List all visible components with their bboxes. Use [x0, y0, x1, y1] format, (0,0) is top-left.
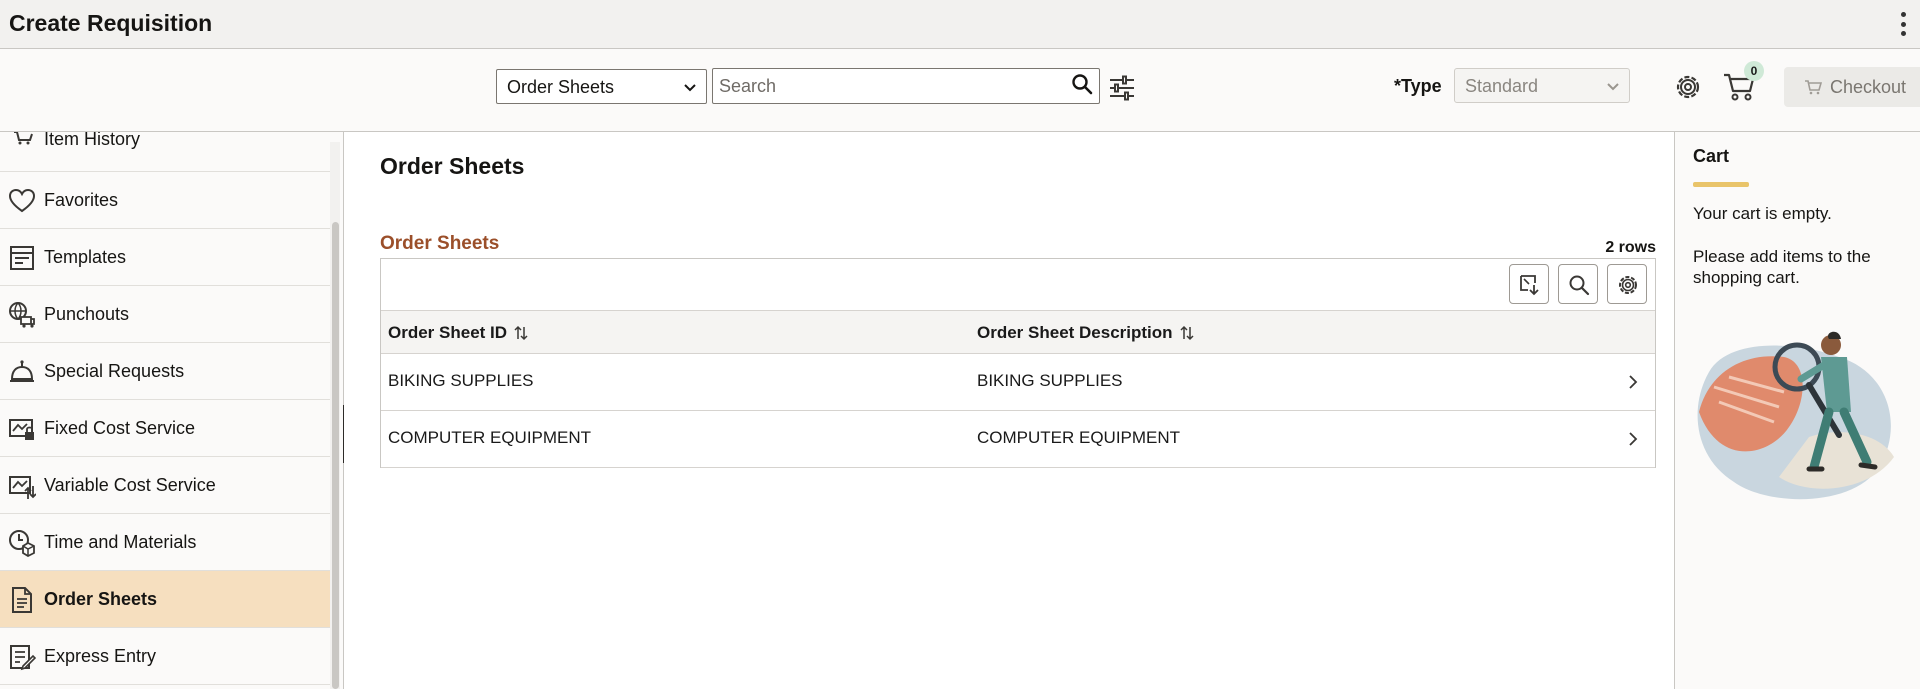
variable-cost-icon	[9, 476, 36, 499]
cart-empty-message: Your cart is empty.	[1693, 204, 1832, 223]
grid-toolbar	[381, 259, 1655, 311]
sidebar-item-fixed-cost-service[interactable]: Fixed Cost Service	[0, 400, 330, 457]
cart-history-icon	[14, 132, 33, 145]
checkout-button[interactable]: Checkout	[1784, 67, 1920, 107]
search-source-select[interactable]: Order Sheets	[496, 69, 707, 104]
grid-search-button[interactable]	[1558, 264, 1598, 304]
download-button[interactable]	[1509, 264, 1549, 304]
table-row[interactable]: BIKING SUPPLIES BIKING SUPPLIES	[381, 354, 1655, 411]
template-icon	[10, 246, 34, 270]
sidebar-item-templates[interactable]: Templates	[0, 229, 330, 286]
sidebar-item-label: Variable Cost Service	[44, 474, 216, 495]
search-toolbar: Order Sheets *Type Standard 0 Checkout	[0, 49, 1920, 132]
sidebar-scrollbar-thumb[interactable]	[332, 222, 339, 689]
chevron-right-icon	[1629, 432, 1638, 446]
sidebar-item-label: Order Sheets	[44, 588, 158, 609]
search-options-icon[interactable]	[1108, 75, 1136, 101]
cart-icon	[1805, 80, 1822, 95]
express-entry-icon	[10, 645, 36, 671]
empty-cart-illustration	[1697, 331, 1894, 500]
type-select[interactable]: Standard	[1454, 68, 1630, 103]
gear-icon[interactable]	[1674, 73, 1702, 101]
cart-title: Cart	[1693, 146, 1730, 166]
grid-header: Order Sheet ID Order Sheet Description	[381, 311, 1655, 354]
sidebar-item-order-sheets[interactable]: Order Sheets	[0, 571, 330, 628]
more-actions-icon[interactable]	[1898, 12, 1908, 36]
sidebar-item-label: Special Requests	[44, 360, 185, 381]
sidebar-nav: Item History Favorites Templates Punchou…	[0, 132, 330, 685]
bell-icon	[10, 360, 34, 382]
order-sheets-grid: Order Sheet ID Order Sheet Description B…	[380, 258, 1656, 468]
sidebar: Item History Favorites Templates Punchou…	[0, 132, 344, 689]
globe-truck-icon	[9, 302, 35, 328]
page-header-title: Create Requisition	[9, 10, 213, 36]
checkout-label: Checkout	[1830, 76, 1907, 97]
type-value: Standard	[1465, 76, 1539, 96]
sidebar-item-special-requests[interactable]: Special Requests	[0, 343, 330, 400]
grid-settings-button[interactable]	[1607, 264, 1647, 304]
column-header-order-sheet-description[interactable]: Order Sheet Description	[977, 323, 1195, 343]
search-input[interactable]	[713, 69, 1063, 103]
sidebar-item-label: Favorites	[44, 189, 119, 210]
sidebar-item-label: Express Entry	[44, 645, 157, 666]
page-title: Order Sheets	[380, 153, 525, 179]
table-row[interactable]: COMPUTER EQUIPMENT COMPUTER EQUIPMENT	[381, 411, 1655, 468]
cart-title-underline	[1693, 182, 1749, 187]
download-icon	[1520, 275, 1539, 296]
heart-icon	[8, 188, 36, 213]
sidebar-item-item-history[interactable]: Item History	[0, 132, 330, 172]
column-header-order-sheet-id[interactable]: Order Sheet ID	[388, 323, 529, 343]
type-label: *Type	[1394, 76, 1442, 96]
order-sheet-description: COMPUTER EQUIPMENT	[977, 428, 1181, 447]
search-source-value: Order Sheets	[507, 77, 615, 97]
sidebar-item-time-and-materials[interactable]: Time and Materials	[0, 514, 330, 571]
order-sheet-description: BIKING SUPPLIES	[977, 371, 1123, 390]
chevron-down-icon	[1607, 83, 1619, 91]
row-count: 2 rows	[1605, 239, 1656, 256]
sidebar-item-label: Item History	[44, 132, 141, 149]
cart-panel: Cart Your cart is empty. Please add item…	[1674, 132, 1920, 689]
main-content: Order Sheets Order Sheets 2 rows Order S…	[344, 132, 1674, 689]
sidebar-item-label: Punchouts	[44, 303, 130, 324]
sidebar-item-label: Time and Materials	[44, 531, 197, 552]
search-icon[interactable]	[1071, 73, 1093, 95]
clock-box-icon	[9, 530, 35, 557]
sidebar-item-express-entry[interactable]: Express Entry	[0, 628, 330, 685]
title-bar: Create Requisition	[0, 0, 1920, 49]
sidebar-item-favorites[interactable]: Favorites	[0, 172, 330, 229]
cart-hint-message: Please add items to the shopping cart.	[1693, 247, 1871, 287]
grid-title: Order Sheets	[380, 233, 500, 254]
search-field	[712, 68, 1100, 104]
document-icon	[12, 587, 32, 613]
chevron-down-icon	[684, 84, 696, 92]
order-sheet-id: BIKING SUPPLIES	[388, 371, 534, 390]
sidebar-item-label: Templates	[44, 246, 127, 267]
sidebar-item-variable-cost-service[interactable]: Variable Cost Service	[0, 457, 330, 514]
chevron-right-icon	[1629, 375, 1638, 389]
sidebar-item-punchouts[interactable]: Punchouts	[0, 286, 330, 343]
sidebar-item-label: Fixed Cost Service	[44, 417, 196, 438]
column-header-label: Order Sheet ID	[388, 323, 508, 342]
fixed-cost-icon	[9, 419, 34, 440]
gear-icon	[1619, 276, 1637, 294]
order-sheet-id: COMPUTER EQUIPMENT	[388, 428, 592, 447]
sort-icon	[1180, 325, 1194, 341]
cart-count-badge: 0	[1744, 61, 1764, 81]
search-icon	[1569, 275, 1590, 296]
sort-icon	[514, 325, 528, 341]
column-header-label: Order Sheet Description	[977, 323, 1173, 342]
